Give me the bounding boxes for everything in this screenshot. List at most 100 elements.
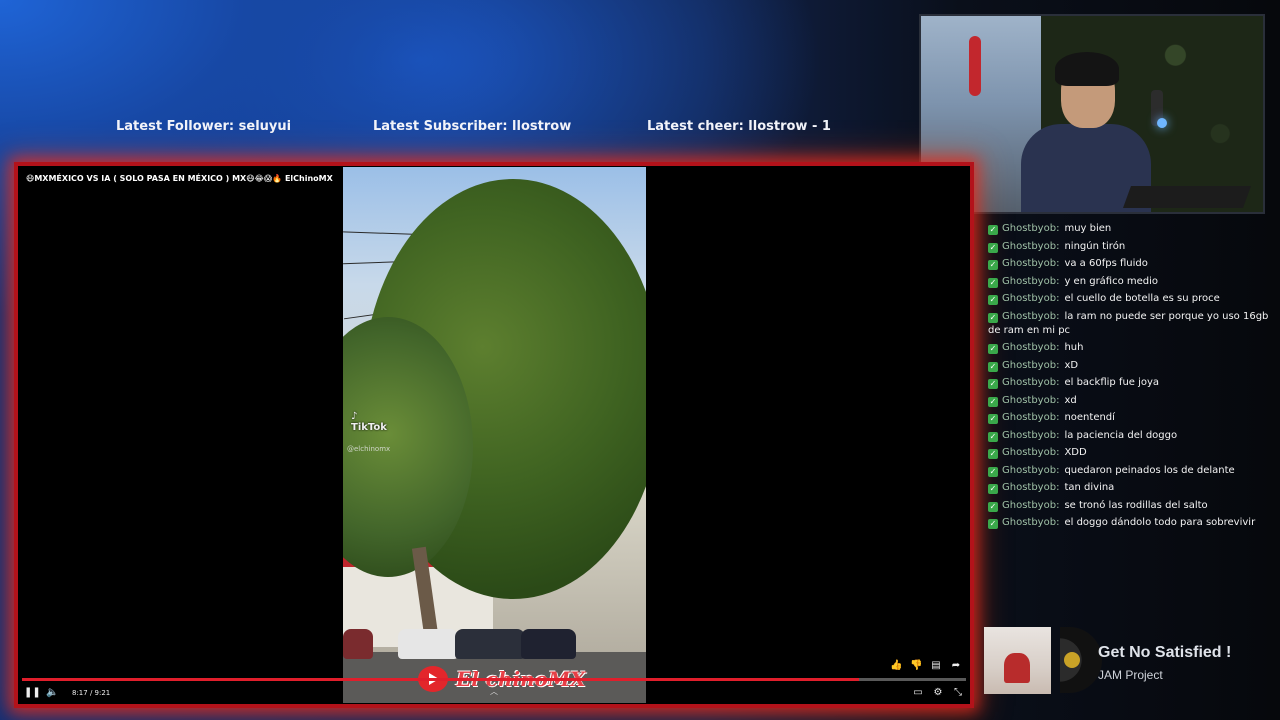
chat-message: ✓ Ghostbyob: ningún tirón [988,240,1270,254]
car [455,629,525,659]
chat-message: ✓ Ghostbyob: el cuello de botella es su pr… [988,292,1270,306]
car [343,629,373,659]
share-icon[interactable]: ➦ [950,660,962,672]
like-icon[interactable]: 👍 [890,660,902,672]
chat-text: huh [1064,342,1084,353]
chat-username[interactable]: Ghostbyob [1002,500,1056,511]
chevron-up-icon[interactable]: ︿ [490,686,498,697]
streamer-hair [1055,52,1119,86]
chat-text: y en gráfico medio [1064,275,1159,287]
chat-panel: ✓ Ghostbyob: muy bien ✓ Ghostbyob: ningún tir… [988,222,1270,534]
chat-username[interactable]: Ghostbyob [1002,276,1056,287]
chat-message: ✓ Ghostbyob: la ram no puede ser porque yo… [988,310,1270,338]
chat-username[interactable]: Ghostbyob [1002,447,1056,458]
car [521,629,576,659]
subtitles-icon[interactable]: ▭ [912,687,924,699]
verified-badge-icon: ✓ [988,361,998,372]
verified-badge-icon: ✓ [988,501,998,512]
verified-badge-icon: ✓ [988,519,998,529]
chat-separator: : [1056,482,1060,493]
chat-username[interactable]: Ghostbyob [1002,293,1056,304]
chat-text: xD [1064,359,1079,371]
chat-text: ningún tirón [1064,240,1126,252]
chat-username[interactable]: Ghostbyob [1002,482,1056,493]
time-display: 8:17 / 9:21 [72,689,111,697]
chat-separator: : [1056,310,1060,322]
pause-icon[interactable]: ❚❚ [24,687,41,699]
comment-icon[interactable]: ▤ [930,660,942,672]
latest-subscriber: Latest Subscriber: llostrow [373,119,572,134]
chat-separator: : [1056,240,1060,252]
engagement-actions: 👍 👎 ▤ ➦ [890,660,962,672]
chat-text: tan divina [1064,482,1115,493]
chat-separator: : [1056,377,1060,388]
chat-username[interactable]: Ghostbyob [1002,258,1056,269]
settings-icon[interactable]: ⚙ [932,687,944,699]
chat-separator: : [1056,394,1060,406]
song-artist: JAM Project [1098,668,1163,682]
mic-light [1157,118,1167,128]
chat-username[interactable]: Ghostbyob [1002,517,1056,528]
chat-text: el backflip fue joya [1064,377,1160,388]
chat-username[interactable]: Ghostbyob [1002,360,1056,371]
progress-fill [22,678,860,681]
chat-message: ✓ Ghostbyob: la paciencia del doggo [988,429,1270,443]
song-title: Get No Satisfied ! [1098,644,1232,661]
chat-username[interactable]: Ghostbyob [1002,412,1056,423]
chat-text: quedaron peinados los de delante [1064,464,1235,476]
chat-separator: : [1056,293,1060,304]
chat-username[interactable]: Ghostbyob [1002,430,1056,441]
chat-message: ✓ Ghostbyob: xD [988,359,1270,373]
chat-username[interactable]: Ghostbyob [1002,241,1056,252]
tiktok-logo: ♪ TikTok [351,411,387,433]
chat-message: ✓ Ghostbyob: noentendí [988,411,1270,425]
chat-username[interactable]: Ghostbyob [1002,395,1056,406]
video-player[interactable]: 😷MXMÉXICO VS IA ( SOLO PASA EN MÉXICO ) … [14,162,974,708]
chat-text: noentendí [1064,412,1115,423]
chat-username[interactable]: Ghostbyob [1002,311,1056,322]
verified-badge-icon: ✓ [988,242,998,253]
chat-message: ✓ Ghostbyob: quedaron peinados los de dela… [988,464,1270,478]
chat-message: ✓ Ghostbyob: el backflip fue joya [988,376,1270,390]
chat-message: ✓ Ghostbyob: tan divina [988,481,1270,495]
verified-badge-icon: ✓ [988,312,998,323]
progress-bar[interactable] [22,678,966,681]
chat-message: ✓ Ghostbyob: y en gráfico medio [988,275,1270,289]
chat-username[interactable]: Ghostbyob [1002,465,1056,476]
chat-text: el doggo dándolo todo para sobrevivir [1064,517,1256,528]
chat-text: el cuello de botella es su proce [1064,293,1220,304]
chat-separator: : [1056,447,1060,458]
chat-username[interactable]: Ghostbyob [1002,377,1056,388]
verified-badge-icon: ✓ [988,414,998,424]
verified-badge-icon: ✓ [988,466,998,477]
vinyl-label [1064,652,1080,668]
latest-follower: Latest Follower: seluyui [116,119,292,134]
controls-right: ▭ ⚙ ⤡ [912,687,964,699]
fullscreen-icon[interactable]: ⤡ [952,687,964,699]
video-frame[interactable]: ♪ TikTok @elchinomx [343,167,646,703]
chat-text: la paciencia del doggo [1064,429,1178,441]
chat-username[interactable]: Ghostbyob [1002,223,1056,234]
verified-badge-icon: ✓ [988,344,998,354]
chat-separator: : [1056,223,1060,234]
chat-separator: : [1056,517,1060,528]
car [398,629,458,659]
album-cover [984,627,1051,694]
chat-message: ✓ Ghostbyob: huh [988,341,1270,355]
verified-badge-icon: ✓ [988,225,998,235]
chat-text: se tronó las rodillas del salto [1064,499,1208,511]
controls-left: ❚❚ 🔈 8:17 / 9:21 [24,687,110,699]
chat-separator: : [1056,464,1060,476]
chat-message: ✓ Ghostbyob: XDD [988,446,1270,460]
dislike-icon[interactable]: 👎 [910,660,922,672]
chat-separator: : [1056,429,1060,441]
chat-message: ✓ Ghostbyob: xd [988,394,1270,408]
chat-username[interactable]: Ghostbyob [1002,342,1056,353]
verified-badge-icon: ✓ [988,396,998,407]
chat-message: ✓ Ghostbyob: va a 60fps fluido [988,257,1270,271]
chat-separator: : [1056,258,1060,269]
chat-text: xd [1064,394,1077,406]
volume-icon[interactable]: 🔈 [46,687,58,699]
chat-separator: : [1056,359,1060,371]
chat-text: XDD [1064,447,1087,458]
